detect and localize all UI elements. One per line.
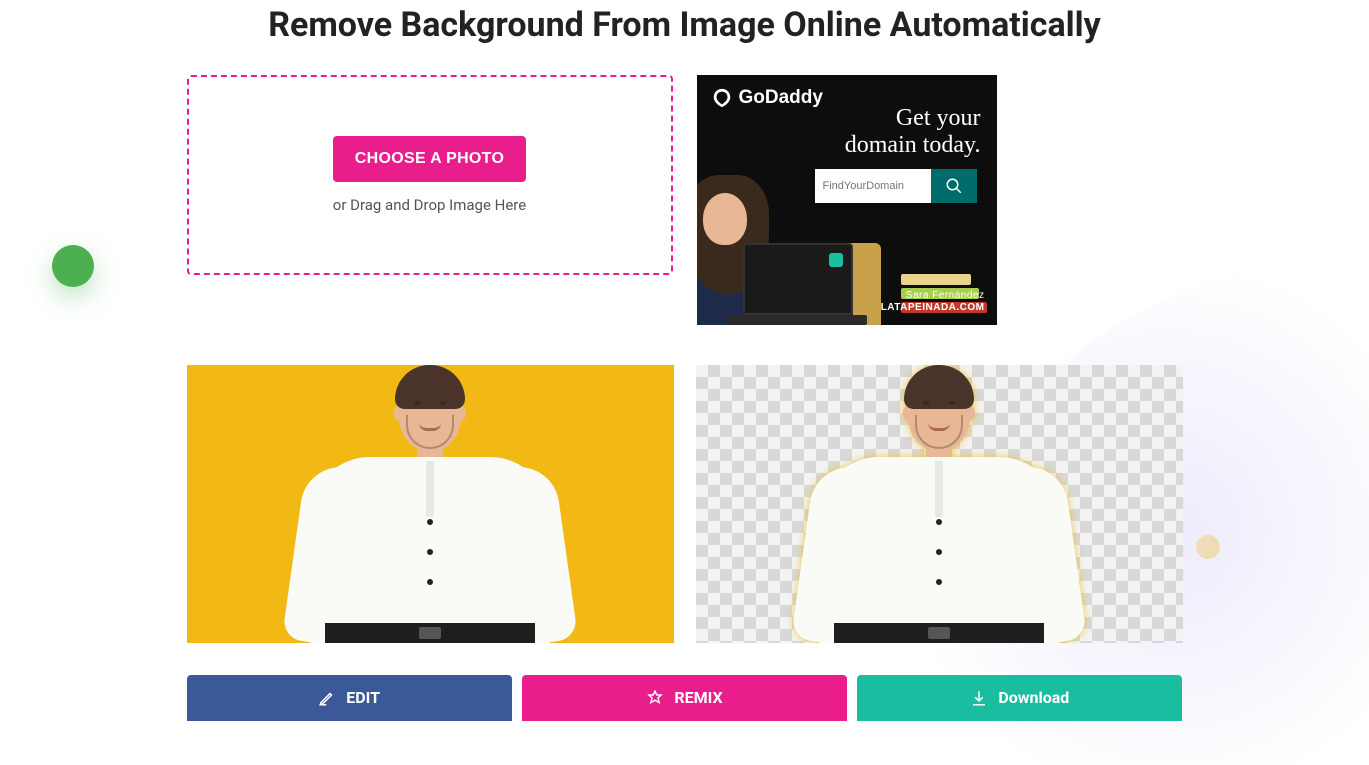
sample-person-cutout — [789, 365, 1089, 643]
upload-dropzone[interactable]: CHOOSE A PHOTO or Drag and Drop Image He… — [187, 75, 673, 275]
download-icon — [970, 689, 988, 707]
ad-credit-name: Sara Fernández — [881, 290, 985, 303]
ad-headline-line1: Get your — [845, 105, 981, 133]
remix-button[interactable]: REMIX — [522, 675, 847, 721]
upload-hint: or Drag and Drop Image Here — [333, 196, 526, 214]
action-bar: EDIT REMIX Download — [187, 675, 1183, 721]
sample-person-original — [280, 365, 580, 643]
ad-brand-text: GoDaddy — [739, 87, 823, 109]
original-image-panel — [187, 365, 674, 643]
search-icon — [945, 177, 963, 195]
decorative-dot-green — [52, 245, 94, 287]
godaddy-icon — [711, 87, 733, 109]
download-button[interactable]: Download — [857, 675, 1182, 721]
ad-logo: GoDaddy — [711, 87, 823, 109]
pencil-icon — [318, 689, 336, 707]
download-label: Download — [998, 688, 1069, 707]
ad-credit: Sara Fernández LATAPEINADA.COM — [881, 290, 985, 315]
remix-icon — [646, 689, 664, 707]
edit-button[interactable]: EDIT — [187, 675, 512, 721]
result-image-panel — [696, 365, 1183, 643]
page-title: Remove Background From Image Online Auto… — [187, 4, 1183, 47]
choose-photo-button[interactable]: CHOOSE A PHOTO — [333, 136, 526, 182]
ad-banner[interactable]: GoDaddy Get your domain today. — [697, 75, 997, 325]
remix-label: REMIX — [674, 688, 722, 707]
edit-label: EDIT — [346, 688, 380, 707]
ad-search-button[interactable] — [931, 169, 977, 203]
ad-credit-site: LATAPEINADA.COM — [881, 302, 985, 315]
ad-model-illustration — [697, 145, 887, 325]
